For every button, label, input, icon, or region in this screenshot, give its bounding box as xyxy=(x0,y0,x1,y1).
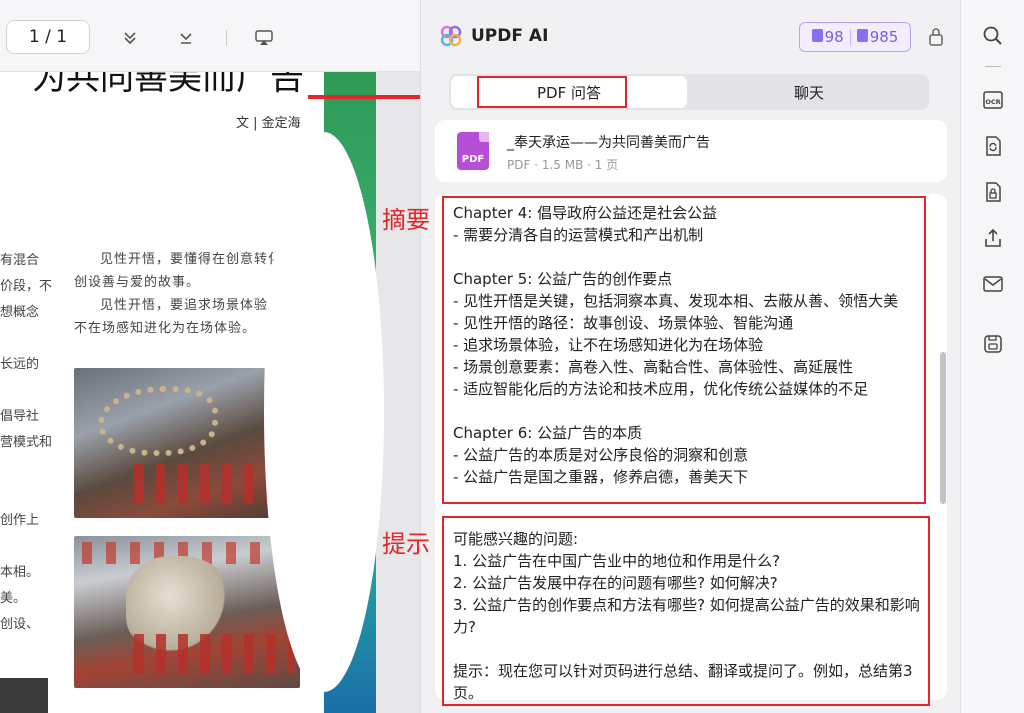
prompt-annotation-label: 提示 xyxy=(382,530,430,558)
dragon-shape xyxy=(98,386,218,456)
doc-credits-count: 98 xyxy=(824,28,844,46)
text-line: 创设、 xyxy=(0,617,40,632)
sidebar-divider xyxy=(985,66,1001,67)
chat-credits-count: 985 xyxy=(869,28,899,46)
text-line xyxy=(0,456,50,482)
svg-text:OCR: OCR xyxy=(985,98,1000,106)
doc-credits: 98 xyxy=(811,28,844,46)
pdf-viewer: 1 / 1 为共同善美而广告 文 | 金定海 有混合 价段，不 想概念 长远的 … xyxy=(0,0,420,713)
credits-divider xyxy=(849,29,851,45)
text-line: 想概念 xyxy=(0,305,40,320)
text-line: 营模式和 xyxy=(0,435,53,450)
performers-shape xyxy=(134,634,294,674)
summary-annotation-box xyxy=(442,196,926,504)
scroll-down-icon[interactable] xyxy=(118,26,142,50)
convert-icon[interactable] xyxy=(981,134,1005,158)
text-line: 创作上 xyxy=(0,513,40,528)
ai-panel-title: UPDF AI xyxy=(471,26,549,46)
updf-ai-logo-icon xyxy=(439,24,463,48)
viewer-toolbar: 1 / 1 xyxy=(0,0,420,72)
protect-icon[interactable] xyxy=(981,180,1005,204)
pdf-file-icon: PDF xyxy=(457,132,489,170)
credits-badge[interactable]: 98 985 xyxy=(799,22,911,52)
tab-chat[interactable]: 聊天 xyxy=(691,76,927,108)
last-page-icon[interactable] xyxy=(174,26,198,50)
mail-icon[interactable] xyxy=(981,272,1005,296)
lock-icon[interactable] xyxy=(927,26,945,48)
ocr-icon[interactable]: OCR xyxy=(981,88,1005,112)
page-decoration-strip xyxy=(264,72,384,713)
share-icon[interactable] xyxy=(981,226,1005,250)
page-image-fragment xyxy=(0,678,48,713)
lion-dance-photo xyxy=(74,536,300,688)
chat-icon xyxy=(856,29,868,42)
present-icon[interactable] xyxy=(252,26,276,50)
toolbar-divider xyxy=(226,30,227,46)
tab-annotation-box xyxy=(477,76,627,108)
save-icon[interactable] xyxy=(981,332,1005,356)
text-line: 美。 xyxy=(0,591,27,606)
chat-credits: 985 xyxy=(856,28,899,46)
text-line: 有混合 xyxy=(0,253,40,268)
file-meta: PDF · 1.5 MB · 1 页 xyxy=(507,158,619,172)
file-card[interactable]: PDF _奉天承运——为共同善美而广告 PDF · 1.5 MB · 1 页 xyxy=(435,120,947,182)
chat-scrollbar[interactable] xyxy=(940,352,946,504)
prompt-annotation-box xyxy=(442,516,930,706)
text-line: 倡导社 xyxy=(0,409,40,424)
summary-annotation-label: 摘要 xyxy=(382,206,430,234)
text-line: 价段，不 xyxy=(0,279,53,294)
page-author: 文 | 金定海 xyxy=(236,116,301,131)
page-title: 为共同善美而广告 xyxy=(32,72,304,98)
right-toolbar: OCR xyxy=(960,0,1024,713)
document-icon xyxy=(811,29,823,42)
text-line: 长远的 xyxy=(0,357,40,372)
text-line: 本相。 xyxy=(0,565,40,580)
text-line xyxy=(0,326,50,352)
file-name: _奉天承运——为共同善美而广告 xyxy=(507,135,710,151)
text-line xyxy=(0,482,50,508)
search-icon[interactable] xyxy=(981,24,1005,48)
page-indicator[interactable]: 1 / 1 xyxy=(6,20,90,54)
text-line xyxy=(0,378,50,404)
page-left-column: 有混合 价段，不 想概念 长远的 倡导社 营模式和 创作上 本相。 美。 创设、 xyxy=(0,248,53,638)
text-line xyxy=(0,534,50,560)
